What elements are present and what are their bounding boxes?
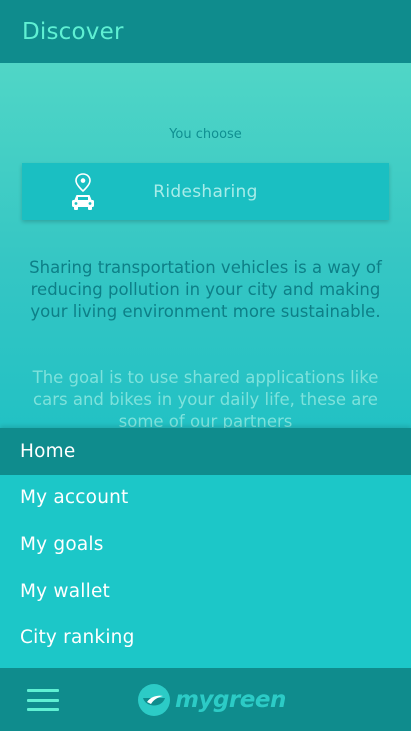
menu-item-label: City ranking xyxy=(20,627,135,649)
leaf-bowl-icon xyxy=(138,684,170,716)
ridesharing-option-card[interactable]: Ridesharing xyxy=(22,163,389,220)
navigation-menu: Home My account My goals My wallet City … xyxy=(0,428,411,668)
mygreen-logo: mygreen xyxy=(137,682,286,718)
car-location-icon xyxy=(72,173,94,210)
menu-item-label: My wallet xyxy=(20,580,110,602)
bottom-bar: mygreen xyxy=(0,668,411,731)
discover-content[interactable]: You choose Ridesharing Sharing transport… xyxy=(0,63,411,430)
menu-item-label: Home xyxy=(20,440,76,462)
menu-item-home[interactable]: Home xyxy=(0,428,411,475)
menu-item-city-ranking[interactable]: City ranking xyxy=(0,614,411,661)
menu-item-label: My account xyxy=(20,487,129,509)
hamburger-menu-icon[interactable] xyxy=(27,689,59,711)
description-text: Sharing transportation vehicles is a way… xyxy=(29,258,382,321)
logo-text: mygreen xyxy=(175,687,286,713)
menu-item-my-account[interactable]: My account xyxy=(0,475,411,522)
page-title: Discover xyxy=(22,18,124,45)
choose-label: You choose xyxy=(169,127,242,142)
menu-item-my-wallet[interactable]: My wallet xyxy=(0,568,411,615)
menu-item-my-goals[interactable]: My goals xyxy=(0,521,411,568)
app-bar: Discover xyxy=(0,0,411,63)
ridesharing-label: Ridesharing xyxy=(153,181,258,202)
menu-item-label: My goals xyxy=(20,533,104,555)
goal-text: The goal is to use shared applications l… xyxy=(32,368,379,430)
